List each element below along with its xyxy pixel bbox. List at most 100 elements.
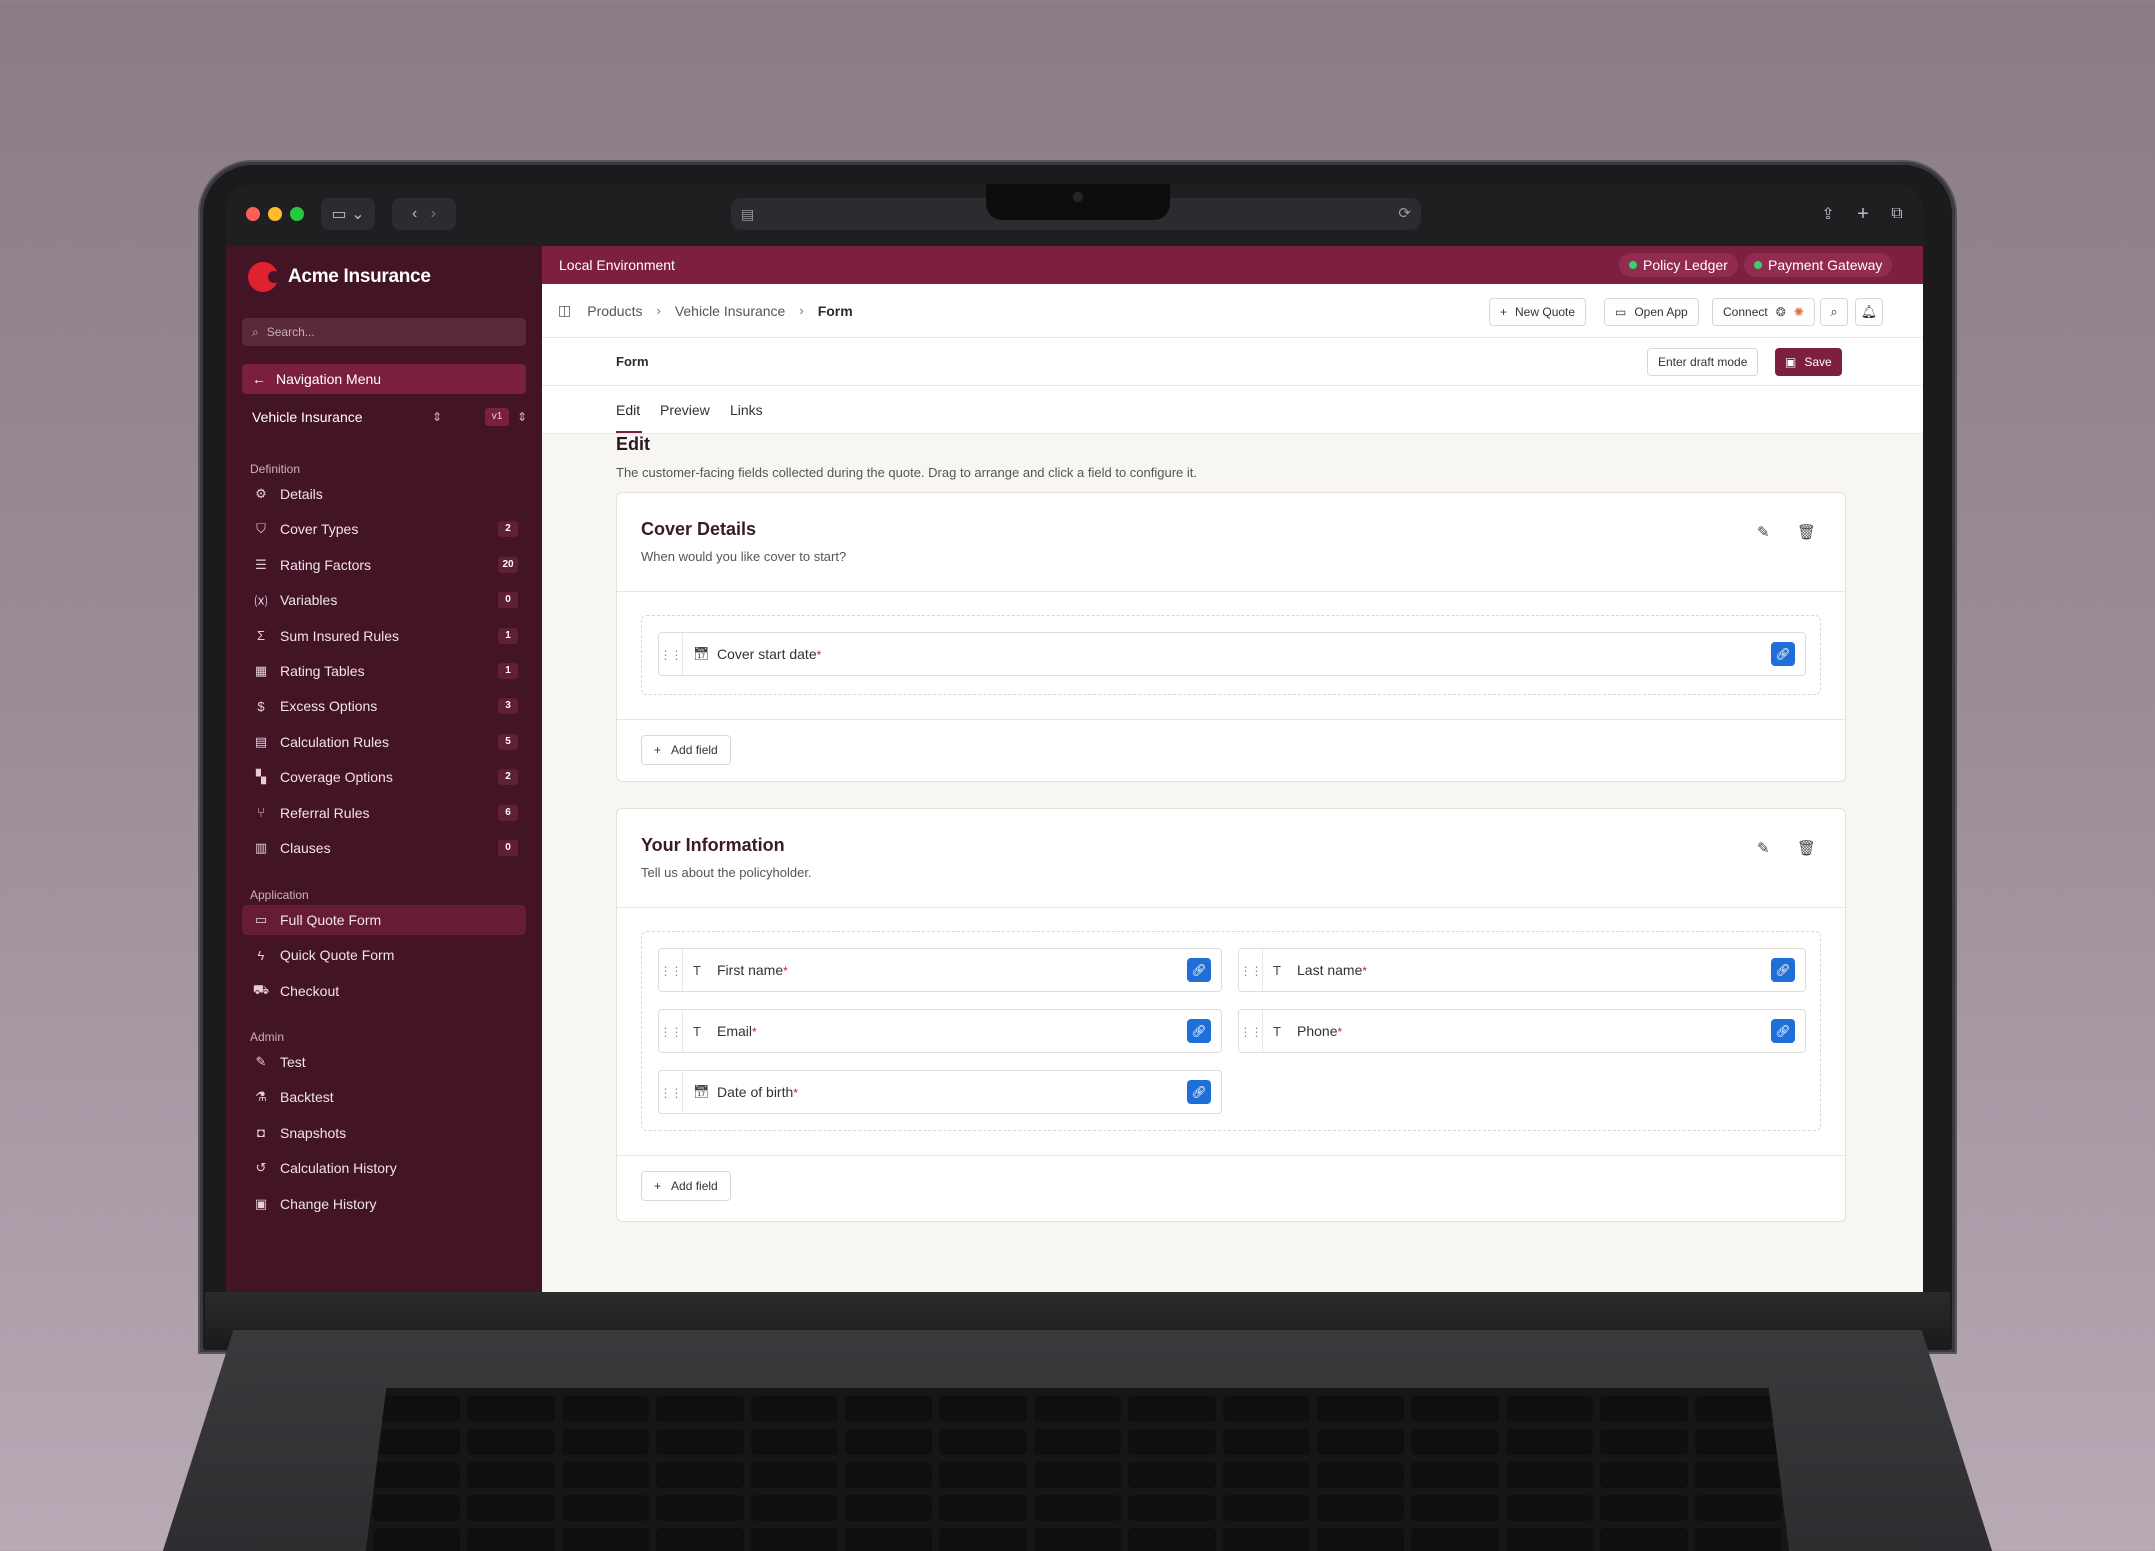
- keyboard-key: [373, 1495, 461, 1521]
- window-zoom-button[interactable]: [290, 207, 304, 221]
- field-cover-start-date[interactable]: ⋮⋮ 📅︎ Cover start date* 🔗︎: [658, 632, 1806, 676]
- open-app-button[interactable]: ▭ Open App: [1604, 298, 1699, 326]
- sidebar-item-quick-quote-form[interactable]: ϟ Quick Quote Form: [242, 940, 526, 970]
- connect-button[interactable]: Connect ❂ ✺: [1712, 298, 1815, 326]
- sidebar-item-sum-insured-rules[interactable]: Σ Sum Insured Rules 1: [242, 621, 526, 651]
- sidebar-item-rating-tables[interactable]: ▦ Rating Tables 1: [242, 656, 526, 686]
- link-icon[interactable]: 🔗︎: [1187, 1080, 1211, 1104]
- new-tab-button[interactable]: +: [1850, 198, 1876, 230]
- field-date-of-birth[interactable]: ⋮⋮ 📅︎ Date of birth* 🔗︎: [658, 1070, 1222, 1114]
- link-icon[interactable]: 🔗︎: [1771, 642, 1795, 666]
- drag-handle-icon[interactable]: ⋮⋮: [659, 633, 683, 675]
- sidebar-item-excess-options[interactable]: $ Excess Options 3: [242, 691, 526, 721]
- sidebar-item-backtest[interactable]: ⚗ Backtest: [242, 1082, 526, 1112]
- keyboard-key: [1694, 1495, 1782, 1521]
- edit-section-button[interactable]: ✎: [1757, 523, 1770, 541]
- drag-handle-icon[interactable]: ⋮⋮: [1239, 1010, 1263, 1052]
- sidebar-item-checkout[interactable]: ⛟ Checkout: [242, 976, 526, 1006]
- delete-section-button[interactable]: 🗑︎: [1797, 839, 1816, 857]
- sidebar-item-calculation-history[interactable]: ↺ Calculation History: [242, 1153, 526, 1183]
- link-icon[interactable]: 🔗︎: [1771, 958, 1795, 982]
- tab-links[interactable]: Links: [730, 402, 763, 418]
- keyboard-key: [1128, 1396, 1216, 1422]
- keyboard-key: [561, 1462, 650, 1488]
- link-icon[interactable]: 🔗︎: [1187, 958, 1211, 982]
- tab-preview[interactable]: Preview: [660, 402, 710, 418]
- keyboard-key: [1505, 1495, 1594, 1521]
- connect-label: Connect: [1723, 305, 1768, 319]
- divider: [617, 1155, 1845, 1156]
- new-quote-button[interactable]: + New Quote: [1489, 298, 1587, 326]
- brand-name: Acme Insurance: [288, 266, 431, 287]
- navigation-menu-button[interactable]: ← Navigation Menu: [242, 364, 526, 394]
- link-icon[interactable]: 🔗︎: [1187, 1019, 1211, 1043]
- count-badge: 0: [498, 592, 518, 609]
- tabs-overview-button[interactable]: ⧉: [1884, 198, 1910, 230]
- field-email[interactable]: ⋮⋮ T Email* 🔗︎: [658, 1009, 1222, 1053]
- sidebar-toggle-button[interactable]: ▭ ⌄: [321, 198, 375, 230]
- sidebar-item-coverage-options[interactable]: ▚ Coverage Options 2: [242, 762, 526, 792]
- tab-edit[interactable]: Edit: [616, 402, 640, 418]
- card-title: Your Information: [641, 835, 785, 855]
- form-section-card[interactable]: Cover Details When would you like cover …: [616, 492, 1846, 782]
- notifications-button[interactable]: 🔔︎: [1855, 298, 1883, 326]
- status-pill-policy-ledger[interactable]: Policy Ledger: [1619, 253, 1738, 277]
- sidebar-item-label: Rating Tables: [280, 663, 365, 679]
- keyboard-key: [1411, 1495, 1499, 1521]
- form-section-card[interactable]: Your Information Tell us about the polic…: [616, 808, 1846, 1222]
- add-field-button[interactable]: + Add field: [641, 735, 731, 765]
- sidebar-item-cover-types[interactable]: ⛉ Cover Types 2: [242, 514, 526, 544]
- panel-toggle-icon[interactable]: ◫: [558, 302, 571, 319]
- enter-draft-mode-button[interactable]: Enter draft mode: [1647, 348, 1759, 376]
- brand[interactable]: Acme Insurance: [248, 262, 431, 292]
- keyboard-key: [1033, 1396, 1122, 1422]
- field-phone[interactable]: ⋮⋮ T Phone* 🔗︎: [1238, 1009, 1806, 1053]
- sidebar-item-test[interactable]: ✎ Test: [242, 1047, 526, 1077]
- sliders-icon: ☰: [255, 556, 267, 572]
- field-last-name[interactable]: ⋮⋮ T Last name* 🔗︎: [1238, 948, 1806, 992]
- field-drop-zone[interactable]: ⋮⋮ T First name* 🔗︎ ⋮⋮ T Last name* 🔗︎ ⋮…: [641, 931, 1821, 1131]
- back-icon[interactable]: ‹: [412, 205, 417, 223]
- delete-section-button[interactable]: 🗑︎: [1797, 523, 1816, 541]
- version-select[interactable]: v1: [485, 408, 509, 426]
- forward-icon[interactable]: ›: [431, 205, 436, 223]
- breadcrumb-vehicle-insurance[interactable]: Vehicle Insurance: [675, 303, 786, 319]
- sidebar-item-clauses[interactable]: ▥ Clauses 0: [242, 833, 526, 863]
- sidebar-item-label: Rating Factors: [280, 556, 372, 573]
- drag-handle-icon[interactable]: ⋮⋮: [659, 949, 683, 991]
- sidebar-item-change-history[interactable]: ▣ Change History: [242, 1189, 526, 1219]
- window-close-button[interactable]: [246, 207, 260, 221]
- status-pill-payment-gateway[interactable]: Payment Gateway: [1744, 253, 1893, 277]
- drag-handle-icon[interactable]: ⋮⋮: [1239, 949, 1263, 991]
- sidebar-item-details[interactable]: ⚙ Details: [242, 479, 526, 509]
- sidebar-item-referral-rules[interactable]: ⑂ Referral Rules 6: [242, 798, 526, 828]
- sidebar-item-variables[interactable]: ⒳ Variables 0: [242, 585, 526, 615]
- keyboard-key: [1600, 1462, 1688, 1488]
- section-label-admin: Admin: [250, 1030, 285, 1044]
- add-field-button[interactable]: + Add field: [641, 1171, 731, 1201]
- field-first-name[interactable]: ⋮⋮ T First name* 🔗︎: [658, 948, 1222, 992]
- section-label-application: Application: [250, 888, 309, 902]
- edit-content: Edit The customer-facing fields collecte…: [616, 434, 1846, 1222]
- sidebar-item-snapshots[interactable]: ◘ Snapshots: [242, 1118, 526, 1148]
- window-minimize-button[interactable]: [268, 207, 282, 221]
- sidebar-item-rating-factors[interactable]: ☰ Rating Factors 20: [242, 550, 526, 580]
- edit-section-button[interactable]: ✎: [1757, 839, 1770, 857]
- product-select[interactable]: Vehicle Insurance ⇕ v1 ⇕: [242, 402, 527, 432]
- sidebar-item-calculation-rules[interactable]: ▤ Calculation Rules 5: [242, 727, 526, 757]
- search-button[interactable]: ⌕: [1820, 298, 1848, 326]
- breadcrumb-products[interactable]: Products: [587, 303, 642, 319]
- link-icon[interactable]: 🔗︎: [1771, 1019, 1795, 1043]
- keyboard-key: [373, 1429, 461, 1455]
- keyboard-key: [939, 1462, 1027, 1488]
- sidebar-search-input[interactable]: ⌕ Search...: [242, 318, 526, 346]
- camera-icon: ◘: [257, 1125, 265, 1141]
- sidebar-item-full-quote-form[interactable]: ▭ Full Quote Form: [242, 905, 526, 935]
- field-drop-zone[interactable]: ⋮⋮ 📅︎ Cover start date* 🔗︎: [641, 615, 1821, 695]
- drag-handle-icon[interactable]: ⋮⋮: [659, 1071, 683, 1113]
- chevron-right-icon: ›: [656, 303, 661, 318]
- reload-icon[interactable]: ⟳: [1398, 204, 1411, 222]
- drag-handle-icon[interactable]: ⋮⋮: [659, 1010, 683, 1052]
- save-button[interactable]: ▣ Save: [1775, 348, 1842, 376]
- share-button[interactable]: ⇪: [1815, 198, 1841, 230]
